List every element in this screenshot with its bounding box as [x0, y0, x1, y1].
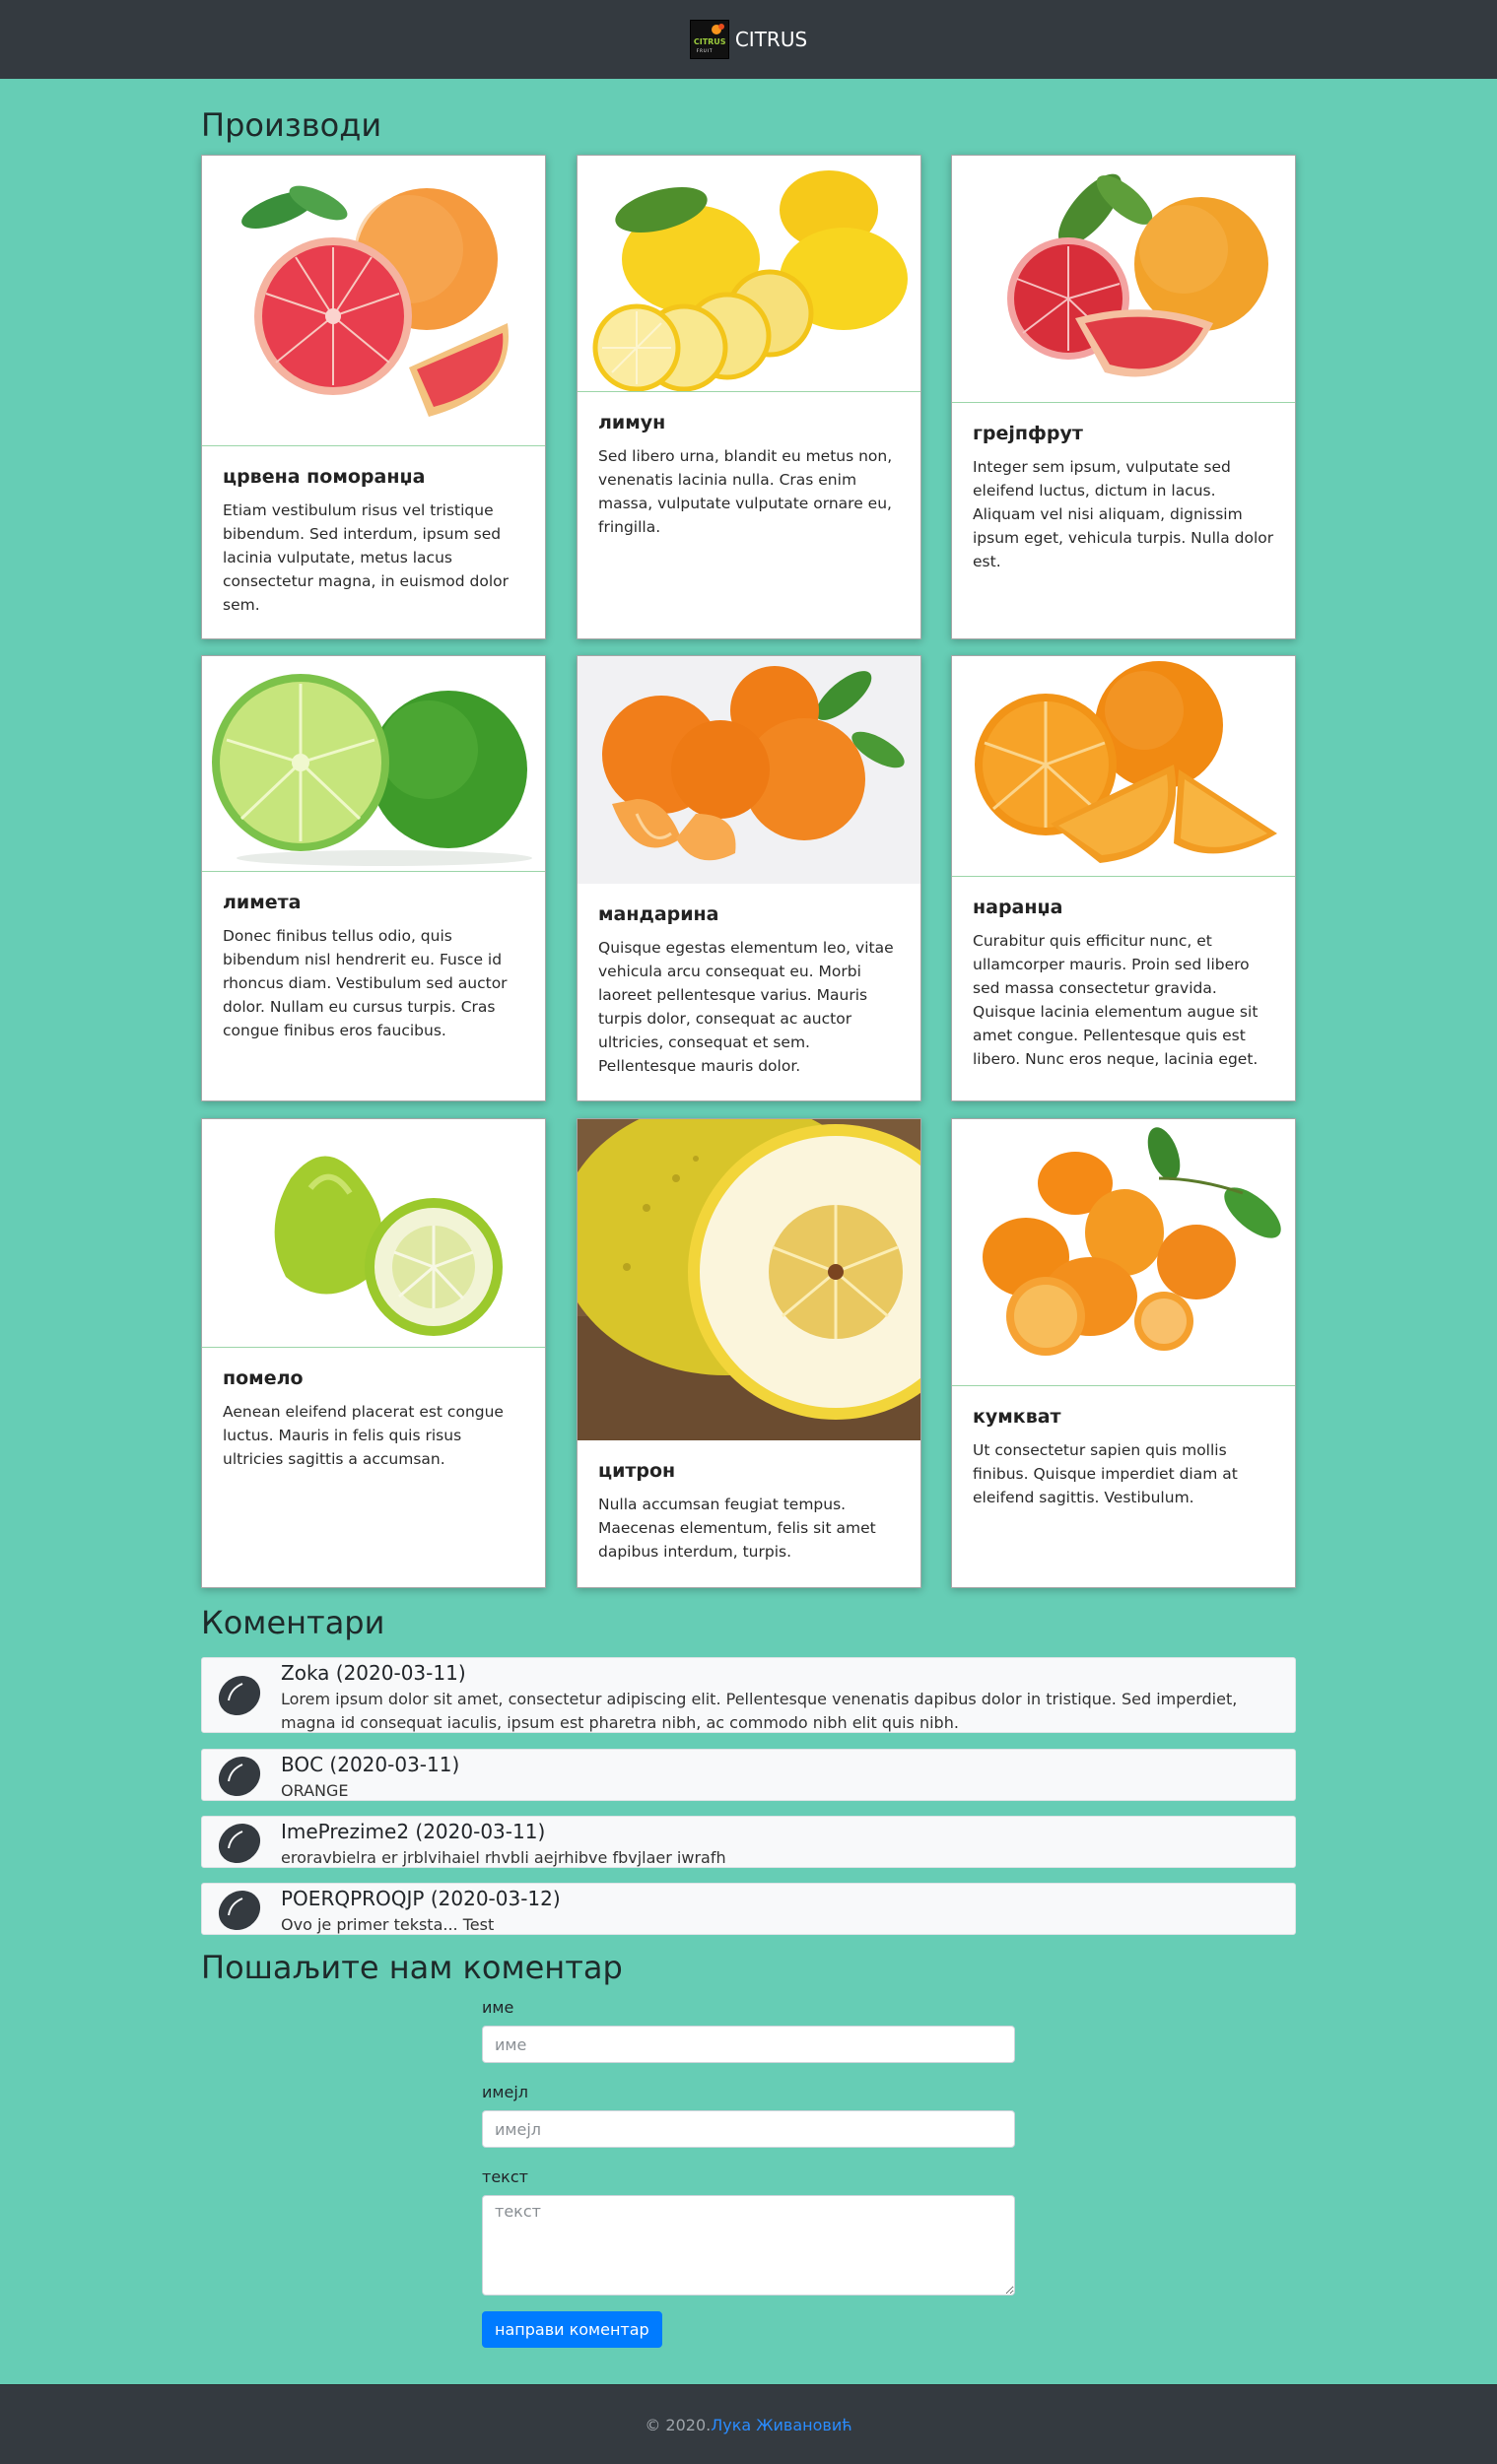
email-input[interactable] [482, 2110, 1015, 2148]
product-card: лимун Sed libero urna, blandit eu metus … [577, 155, 921, 639]
product-description: Donec finibus tellus odio, quis bibendum… [223, 927, 508, 1039]
comment-form: име имејл текст направи коментар [482, 1998, 1015, 2348]
mandarin-image [578, 656, 920, 884]
lemon-image [578, 156, 920, 392]
copyright-text: © 2020. [645, 2415, 712, 2434]
product-card: цитрон Nulla accumsan feugiat tempus. Ma… [577, 1118, 921, 1588]
comment-item: ImePrezime2 (2020-03-11) eroravbielra er… [201, 1816, 1296, 1868]
email-label: имејл [482, 2083, 528, 2101]
product-description: Nulla accumsan feugiat tempus. Maecenas … [598, 1496, 876, 1561]
navbar: CITRUS FRUIT CITRUS [0, 0, 1497, 79]
product-card: кумкват Ut consectetur sapien quis molli… [951, 1118, 1296, 1588]
comment-text: ORANGE [281, 1781, 349, 1800]
comment-item: BOC (2020-03-11) ORANGE [201, 1749, 1296, 1801]
orange-image [952, 656, 1295, 877]
product-name: црвена поморанџа [223, 466, 426, 488]
comment-text: Lorem ipsum dolor sit amet, consectetur … [281, 1690, 1238, 1732]
lemon-avatar-icon [218, 1823, 261, 1864]
product-description: Sed libero urna, blandit eu metus non, v… [598, 447, 893, 536]
lemon-avatar-icon [218, 1756, 261, 1797]
product-card: грејпфрут Integer sem ipsum, vulputate s… [951, 155, 1296, 639]
lime-image [202, 656, 545, 872]
red-orange-image [202, 156, 545, 446]
product-description: Curabitur quis efficitur nunc, et ullamc… [973, 932, 1259, 1068]
grapefruit-image [952, 156, 1295, 403]
product-name: кумкват [973, 1406, 1061, 1428]
comment-author: BOC (2020-03-11) [281, 1753, 460, 1776]
comment-author: ImePrezime2 (2020-03-11) [281, 1820, 546, 1843]
citron-image [578, 1119, 920, 1440]
product-card: наранџа Curabitur quis efficitur nunc, e… [951, 655, 1296, 1101]
product-description: Ut consectetur sapien quis mollis finibu… [973, 1441, 1238, 1506]
product-name: грејпфрут [973, 423, 1083, 444]
product-name: лимета [223, 892, 302, 913]
brand-name: CITRUS [734, 28, 808, 51]
product-name: цитрон [598, 1460, 676, 1482]
product-card: помело Aenean eleifend placerat est cong… [201, 1118, 546, 1588]
product-card: лимета Donec finibus tellus odio, quis b… [201, 655, 546, 1101]
product-name: помело [223, 1367, 304, 1389]
lemon-avatar-icon [218, 1675, 261, 1716]
product-description: Aenean eleifend placerat est congue luct… [223, 1403, 504, 1468]
text-input[interactable] [482, 2195, 1015, 2296]
name-label: име [482, 1998, 514, 2017]
footer: © 2020. Лука Живановић [0, 2384, 1497, 2464]
products-title: Производи [201, 106, 382, 144]
lemon-avatar-icon [218, 1890, 261, 1931]
product-card: црвена поморанџа Etiam vestibulum risus … [201, 155, 546, 639]
pomelo-image [202, 1119, 545, 1348]
name-input[interactable] [482, 2026, 1015, 2063]
product-name: мандарина [598, 903, 719, 925]
brand-link[interactable]: CITRUS FRUIT CITRUS [689, 20, 808, 59]
submit-comment-button[interactable]: направи коментар [482, 2311, 662, 2348]
comments-title: Коментари [201, 1604, 385, 1641]
product-card: мандарина Quisque egestas elementum leo,… [577, 655, 921, 1101]
product-description: Quisque egestas elementum leo, vitae veh… [598, 939, 894, 1075]
comment-text: Ovo je primer teksta... Test [281, 1915, 495, 1934]
product-name: наранџа [973, 897, 1063, 918]
comment-author: Zoka (2020-03-11) [281, 1661, 466, 1685]
citrus-logo-icon: CITRUS FRUIT [689, 20, 729, 59]
text-label: текст [482, 2167, 528, 2186]
form-title: Пошаљите нам коментар [201, 1949, 623, 1986]
comment-item: Zoka (2020-03-11) Lorem ipsum dolor sit … [201, 1657, 1296, 1733]
kumquat-image [952, 1119, 1295, 1386]
comment-author: POERQPROQJP (2020-03-12) [281, 1887, 561, 1910]
product-description: Integer sem ipsum, vulputate sed eleifen… [973, 458, 1274, 570]
author-link[interactable]: Лука Живановић [711, 2416, 851, 2434]
product-description: Etiam vestibulum risus vel tristique bib… [223, 501, 510, 614]
comment-item: POERQPROQJP (2020-03-12) Ovo je primer t… [201, 1883, 1296, 1935]
product-name: лимун [598, 412, 666, 433]
comment-text: eroravbielra er jrblvihaiel rhvbli aejrh… [281, 1848, 726, 1867]
